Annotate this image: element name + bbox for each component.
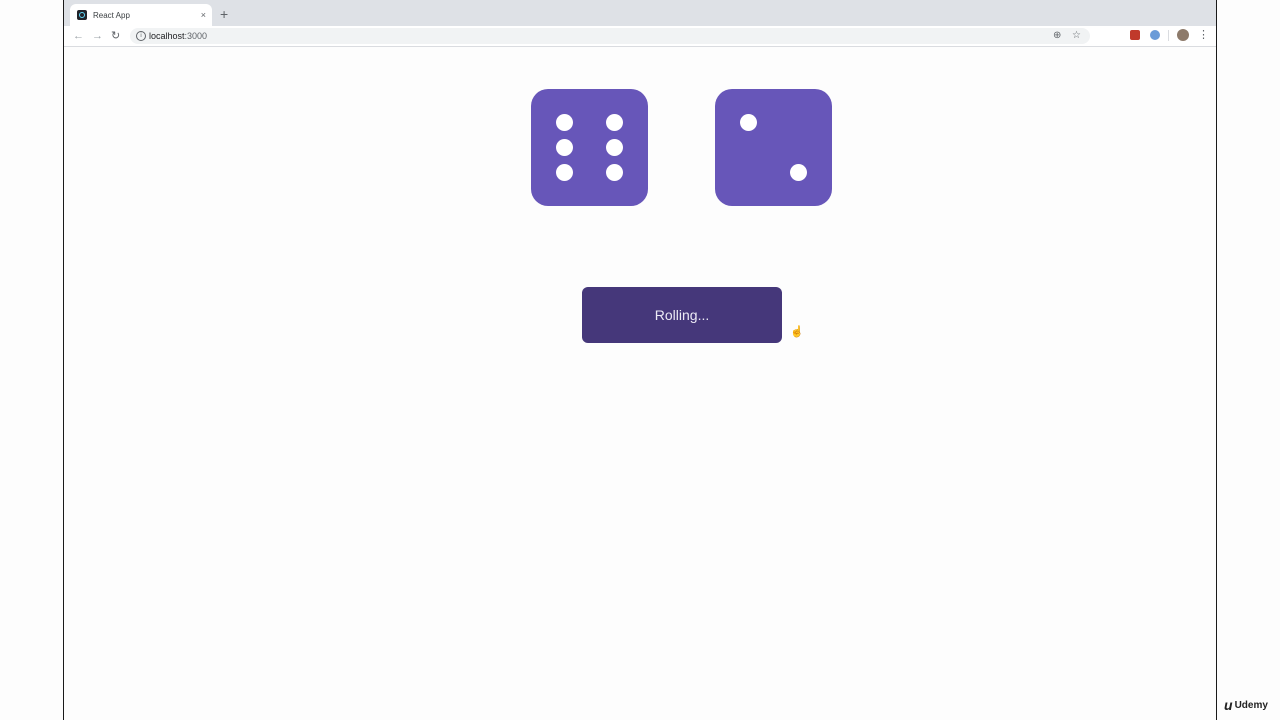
die-two [715,89,832,206]
forward-icon[interactable]: → [92,28,103,44]
react-favicon-icon [77,10,87,20]
browser-toolbar: ← → ↻ i localhost:3000 ⊕ ☆ ⋮ [64,26,1216,47]
toolbar-divider [1168,30,1169,41]
new-tab-button[interactable]: + [220,6,228,22]
die-pip [606,114,623,131]
right-frame [1216,0,1280,720]
die-pip [556,114,573,131]
tab-title: React App [93,10,130,20]
die-pip [606,139,623,156]
url-port: :3000 [184,31,208,41]
extension-icon[interactable] [1150,30,1160,40]
die-pip [740,114,757,131]
udemy-watermark: u Udemy [1224,697,1268,713]
tab-react-app[interactable]: React App × [70,4,212,26]
back-icon[interactable]: ← [73,28,84,44]
die-pip [556,139,573,156]
info-icon[interactable]: i [136,31,146,41]
udemy-text: Udemy [1234,699,1268,711]
hand-cursor-icon: ☝ [790,326,804,338]
address-bar[interactable]: i localhost:3000 ⊕ ☆ [130,28,1090,44]
tab-strip: React App × + [64,0,1216,26]
url-host: localhost [149,31,185,41]
bookmark-star-icon[interactable]: ☆ [1072,30,1081,42]
udemy-logo-icon: u [1224,697,1233,713]
menu-icon[interactable]: ⋮ [1198,28,1209,42]
url-text: localhost:3000 [149,31,207,41]
die-pip [606,164,623,181]
left-frame [0,0,64,720]
die-pip [790,164,807,181]
roll-dice-button[interactable]: Rolling... [582,287,782,343]
browser-window: React App × + ← → ↻ i localhost:3000 ⊕ ☆… [64,0,1216,720]
die-pip [556,164,573,181]
reload-icon[interactable]: ↻ [111,28,120,44]
zoom-icon[interactable]: ⊕ [1053,30,1061,42]
profile-avatar[interactable] [1177,29,1189,41]
die-one [531,89,648,206]
extension-icon[interactable] [1130,30,1140,40]
close-tab-icon[interactable]: × [201,10,206,20]
